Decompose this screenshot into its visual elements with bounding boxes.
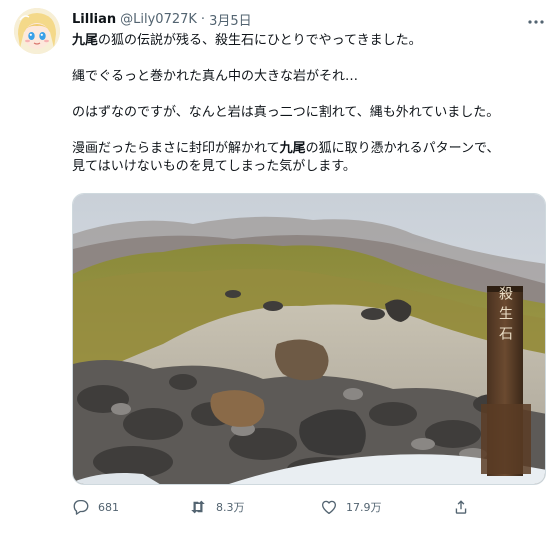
more-icon xyxy=(527,10,545,29)
share-icon xyxy=(455,500,467,514)
tweet-line: 見てはいけないものを見てしまった気がします。 xyxy=(72,159,356,174)
tweet-photo[interactable]: 殺生石 xyxy=(72,193,546,485)
tweet-line: 漫画だったらまさに封印が解かれて九尾の狐に取り憑かれるパターンで、 xyxy=(72,141,500,156)
like-icon xyxy=(321,500,337,515)
tweet-header: Lillian @Lily0727K · 3月5日 xyxy=(72,10,252,29)
user-handle[interactable]: @Lily0727K xyxy=(120,12,197,27)
reply-count: 681 xyxy=(98,500,119,514)
hashtag-keyword: 九尾 xyxy=(72,33,99,48)
like-button[interactable]: 17.9万 xyxy=(320,496,382,518)
tweet-card[interactable]: Lillian @Lily0727K · 3月5日 九尾の狐の伝説が残る、殺生石… xyxy=(0,0,554,533)
retweet-count: 8.3万 xyxy=(216,501,245,514)
like-count: 17.9万 xyxy=(346,501,382,514)
reply-button[interactable]: 681 xyxy=(72,496,119,518)
tweet-actions: 681 8.3万 17.9万 xyxy=(70,496,480,518)
reply-icon xyxy=(73,499,89,515)
more-options-button[interactable] xyxy=(526,12,546,26)
avatar[interactable] xyxy=(14,8,60,54)
separator-dot: · xyxy=(200,11,206,27)
retweet-button[interactable]: 8.3万 xyxy=(188,496,245,518)
tweet-line: 九尾の狐の伝説が残る、殺生石にひとりでやってきました。 xyxy=(72,33,422,48)
display-name[interactable]: Lillian xyxy=(72,12,116,27)
tweet-line: のはずなのですが、なんと岩は真っ二つに割れて、縄も外れていました。 xyxy=(72,105,500,120)
tweet-timestamp[interactable]: 3月5日 xyxy=(209,10,252,29)
signpost-text: 殺生石 xyxy=(497,286,513,346)
hashtag-keyword: 九尾 xyxy=(279,141,306,156)
retweet-icon xyxy=(191,500,205,514)
share-button[interactable] xyxy=(452,496,478,518)
tweet-line: 縄でぐるっと巻かれた真ん中の大きな岩がそれ… xyxy=(72,69,359,84)
tweet-text: 九尾の狐の伝説が残る、殺生石にひとりでやってきました。 縄でぐるっと巻かれた真ん… xyxy=(72,32,548,176)
